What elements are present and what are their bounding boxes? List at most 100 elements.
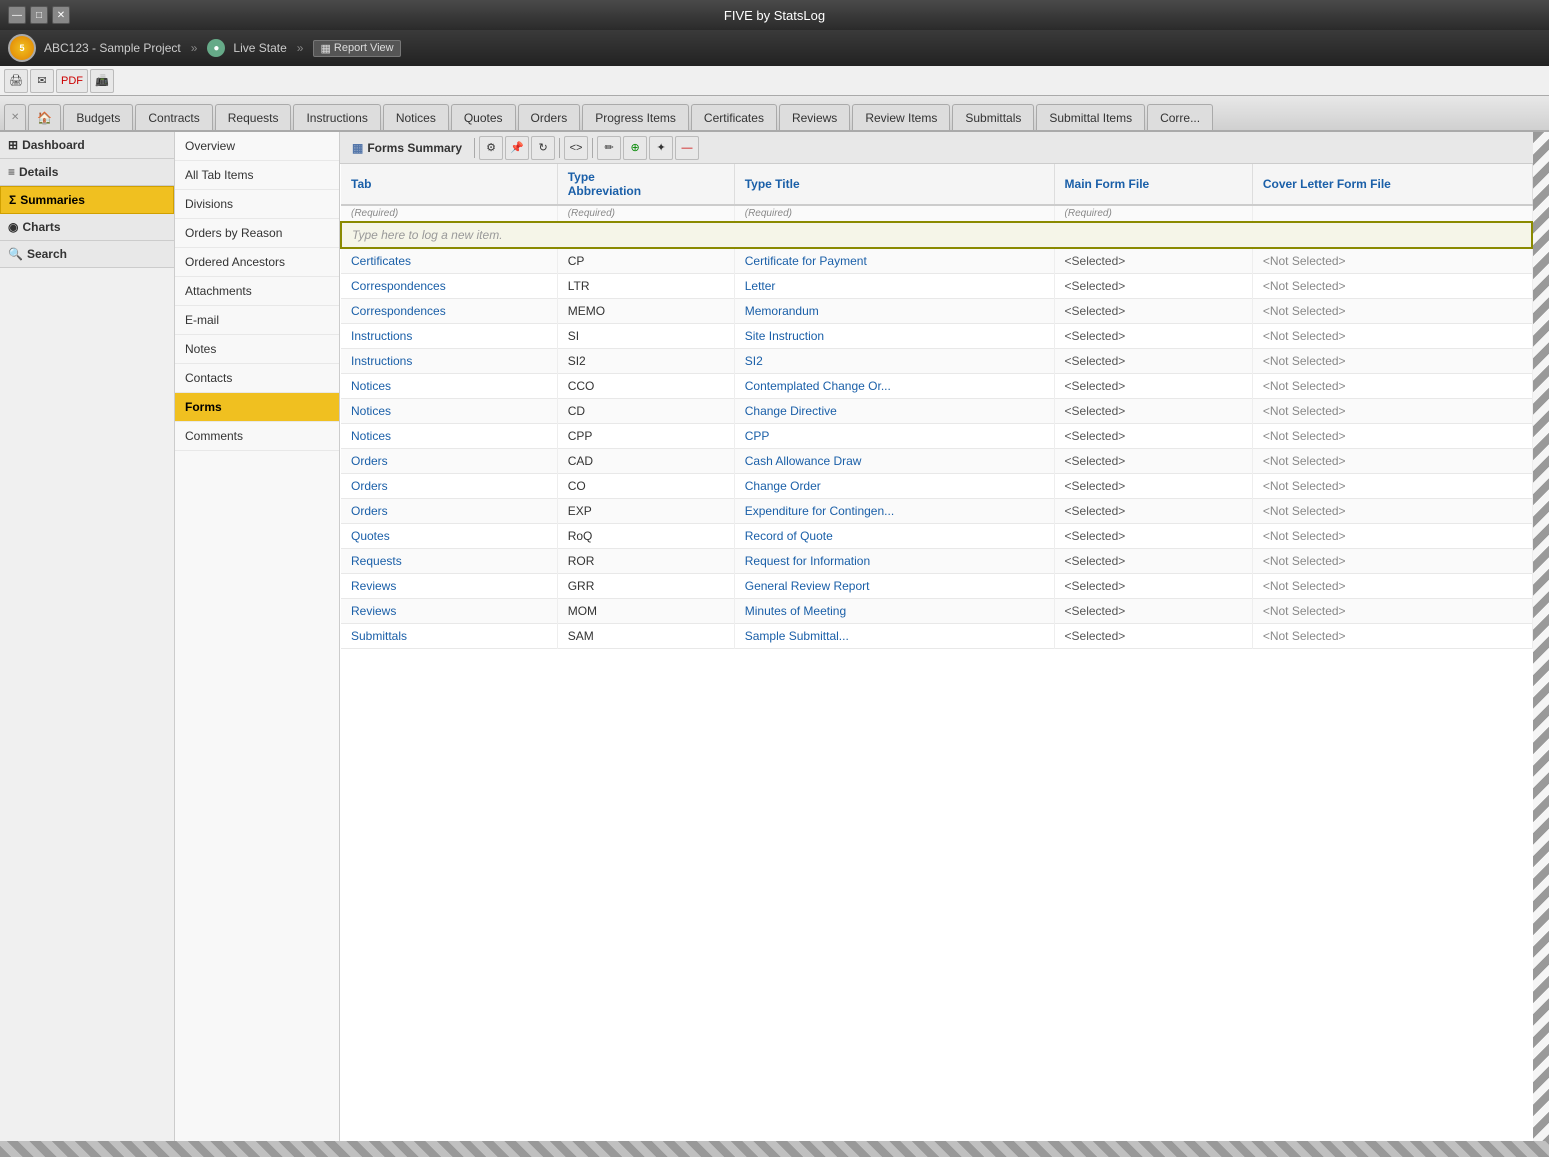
cell-cover-letter[interactable]: <Not Selected>	[1252, 324, 1532, 349]
minimize-button[interactable]: —	[8, 6, 26, 24]
cell-main-form[interactable]: <Selected>	[1054, 574, 1252, 599]
code-button[interactable]: <>	[564, 136, 588, 160]
cell-type-title[interactable]: Memorandum	[734, 299, 1054, 324]
cell-cover-letter[interactable]: <Not Selected>	[1252, 449, 1532, 474]
cell-tab[interactable]: Reviews	[341, 574, 557, 599]
cell-main-form[interactable]: <Selected>	[1054, 549, 1252, 574]
cell-main-form[interactable]: <Selected>	[1054, 274, 1252, 299]
cell-cover-letter[interactable]: <Not Selected>	[1252, 349, 1532, 374]
cell-main-form[interactable]: <Selected>	[1054, 524, 1252, 549]
cell-tab[interactable]: Instructions	[341, 349, 557, 374]
cell-tab[interactable]: Orders	[341, 474, 557, 499]
nav-charts[interactable]: ◉ Charts	[0, 214, 174, 241]
tab-review-items[interactable]: Review Items	[852, 104, 950, 130]
close-button[interactable]: ✕	[52, 6, 70, 24]
tab-orders[interactable]: Orders	[518, 104, 581, 130]
fax-button[interactable]: 📠	[90, 69, 114, 93]
cell-type-title[interactable]: Expenditure for Contingen...	[734, 499, 1054, 524]
tab-contracts[interactable]: Contracts	[135, 104, 212, 130]
cell-type-title[interactable]: General Review Report	[734, 574, 1054, 599]
cell-cover-letter[interactable]: <Not Selected>	[1252, 624, 1532, 649]
tab-instructions[interactable]: Instructions	[293, 104, 380, 130]
cell-cover-letter[interactable]: <Not Selected>	[1252, 299, 1532, 324]
cell-type-title[interactable]: Request for Information	[734, 549, 1054, 574]
cell-type-title[interactable]: Record of Quote	[734, 524, 1054, 549]
nav-summaries[interactable]: Σ Summaries	[0, 186, 174, 214]
cell-tab[interactable]: Notices	[341, 424, 557, 449]
cell-tab[interactable]: Instructions	[341, 324, 557, 349]
cell-type-title[interactable]: Change Directive	[734, 399, 1054, 424]
cell-tab[interactable]: Reviews	[341, 599, 557, 624]
cell-cover-letter[interactable]: <Not Selected>	[1252, 248, 1532, 274]
cell-cover-letter[interactable]: <Not Selected>	[1252, 574, 1532, 599]
tab-home[interactable]: 🏠	[28, 104, 61, 130]
pdf-button[interactable]: PDF	[56, 69, 88, 93]
cell-type-title[interactable]: Cash Allowance Draw	[734, 449, 1054, 474]
cell-tab[interactable]: Requests	[341, 549, 557, 574]
sub-nav-forms[interactable]: Forms	[175, 393, 339, 422]
new-item-cell[interactable]: Type here to log a new item.	[341, 222, 1532, 248]
cell-cover-letter[interactable]: <Not Selected>	[1252, 499, 1532, 524]
cell-type-title[interactable]: Letter	[734, 274, 1054, 299]
print-button[interactable]: 🖨	[4, 69, 28, 93]
tab-corre[interactable]: Corre...	[1147, 104, 1213, 130]
edit-button[interactable]: ✏	[597, 136, 621, 160]
tab-budgets[interactable]: Budgets	[63, 104, 133, 130]
cell-cover-letter[interactable]: <Not Selected>	[1252, 374, 1532, 399]
cell-main-form[interactable]: <Selected>	[1054, 374, 1252, 399]
cell-cover-letter[interactable]: <Not Selected>	[1252, 524, 1532, 549]
sub-nav-ordered-ancestors[interactable]: Ordered Ancestors	[175, 248, 339, 277]
nav-details[interactable]: ≡ Details	[0, 159, 174, 186]
cell-main-form[interactable]: <Selected>	[1054, 299, 1252, 324]
cell-cover-letter[interactable]: <Not Selected>	[1252, 549, 1532, 574]
tab-submittal-items[interactable]: Submittal Items	[1036, 104, 1145, 130]
tab-progress-items[interactable]: Progress Items	[582, 104, 689, 130]
sub-nav-overview[interactable]: Overview	[175, 132, 339, 161]
maximize-button[interactable]: □	[30, 6, 48, 24]
sub-nav-email[interactable]: E-mail	[175, 306, 339, 335]
email-button[interactable]: ✉	[30, 69, 54, 93]
pin-button[interactable]: 📌	[505, 136, 529, 160]
new-item-row[interactable]: Type here to log a new item.	[341, 222, 1532, 248]
sub-nav-orders-by-reason[interactable]: Orders by Reason	[175, 219, 339, 248]
sub-nav-all-tab-items[interactable]: All Tab Items	[175, 161, 339, 190]
cell-tab[interactable]: Correspondences	[341, 299, 557, 324]
cell-cover-letter[interactable]: <Not Selected>	[1252, 424, 1532, 449]
nav-dashboard[interactable]: ⊞ Dashboard	[0, 132, 174, 159]
tab-close-x[interactable]: ✕	[4, 104, 26, 130]
cell-main-form[interactable]: <Selected>	[1054, 624, 1252, 649]
cell-tab[interactable]: Orders	[341, 499, 557, 524]
cell-cover-letter[interactable]: <Not Selected>	[1252, 474, 1532, 499]
cell-tab[interactable]: Correspondences	[341, 274, 557, 299]
cell-cover-letter[interactable]: <Not Selected>	[1252, 599, 1532, 624]
cell-main-form[interactable]: <Selected>	[1054, 248, 1252, 274]
cell-type-title[interactable]: Minutes of Meeting	[734, 599, 1054, 624]
sub-nav-notes[interactable]: Notes	[175, 335, 339, 364]
cell-main-form[interactable]: <Selected>	[1054, 499, 1252, 524]
cell-type-title[interactable]: Certificate for Payment	[734, 248, 1054, 274]
project-link[interactable]: ABC123 - Sample Project	[44, 41, 181, 55]
state-link[interactable]: Live State	[233, 41, 286, 55]
tab-requests[interactable]: Requests	[215, 104, 292, 130]
cell-type-title[interactable]: Sample Submittal...	[734, 624, 1054, 649]
cell-main-form[interactable]: <Selected>	[1054, 449, 1252, 474]
cell-main-form[interactable]: <Selected>	[1054, 474, 1252, 499]
cell-tab[interactable]: Notices	[341, 399, 557, 424]
cell-main-form[interactable]: <Selected>	[1054, 399, 1252, 424]
cell-main-form[interactable]: <Selected>	[1054, 599, 1252, 624]
sub-nav-comments[interactable]: Comments	[175, 422, 339, 451]
cell-type-title[interactable]: SI2	[734, 349, 1054, 374]
wand-button[interactable]: ✦	[649, 136, 673, 160]
cell-tab[interactable]: Notices	[341, 374, 557, 399]
cell-type-title[interactable]: Change Order	[734, 474, 1054, 499]
sub-nav-attachments[interactable]: Attachments	[175, 277, 339, 306]
cell-tab[interactable]: Submittals	[341, 624, 557, 649]
cell-main-form[interactable]: <Selected>	[1054, 424, 1252, 449]
delete-button[interactable]: —	[675, 136, 699, 160]
sub-nav-divisions[interactable]: Divisions	[175, 190, 339, 219]
cell-tab[interactable]: Quotes	[341, 524, 557, 549]
cell-tab[interactable]: Certificates	[341, 248, 557, 274]
nav-search[interactable]: 🔍 Search	[0, 241, 174, 268]
tab-notices[interactable]: Notices	[383, 104, 449, 130]
add-green-button[interactable]: ⊕	[623, 136, 647, 160]
